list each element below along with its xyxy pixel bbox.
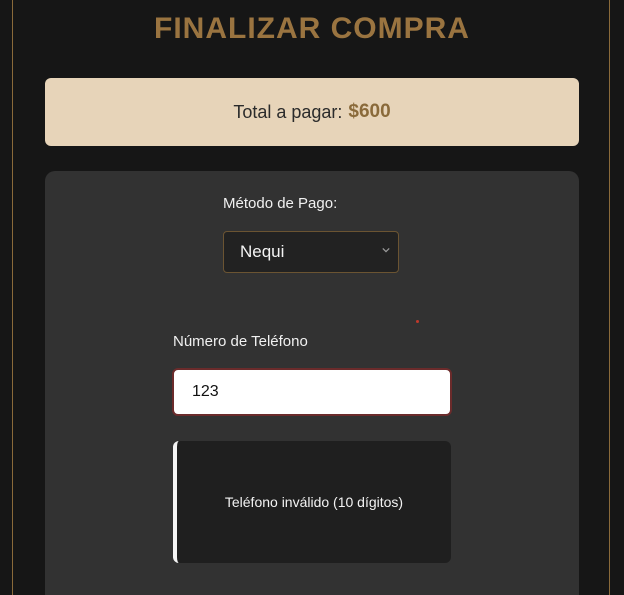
chevron-down-icon — [382, 247, 390, 253]
phone-number-input[interactable] — [172, 368, 452, 416]
payment-method-value: Nequi — [240, 242, 285, 261]
payment-form-card: Método de Pago: Nequi Número de Teléfono… — [45, 171, 579, 595]
phone-error-message: Teléfono inválido (10 dígitos) — [173, 441, 451, 563]
payment-method-select[interactable]: Nequi — [223, 231, 399, 273]
total-label: Total a pagar: — [233, 101, 343, 122]
phone-number-label: Número de Teléfono — [173, 333, 308, 350]
payment-method-label: Método de Pago: — [223, 195, 338, 212]
decorative-dot — [416, 320, 419, 323]
page-title: FINALIZAR COMPRA — [154, 12, 470, 45]
total-amount: $600 — [348, 101, 391, 122]
total-summary: Total a pagar: $600 — [45, 78, 579, 146]
